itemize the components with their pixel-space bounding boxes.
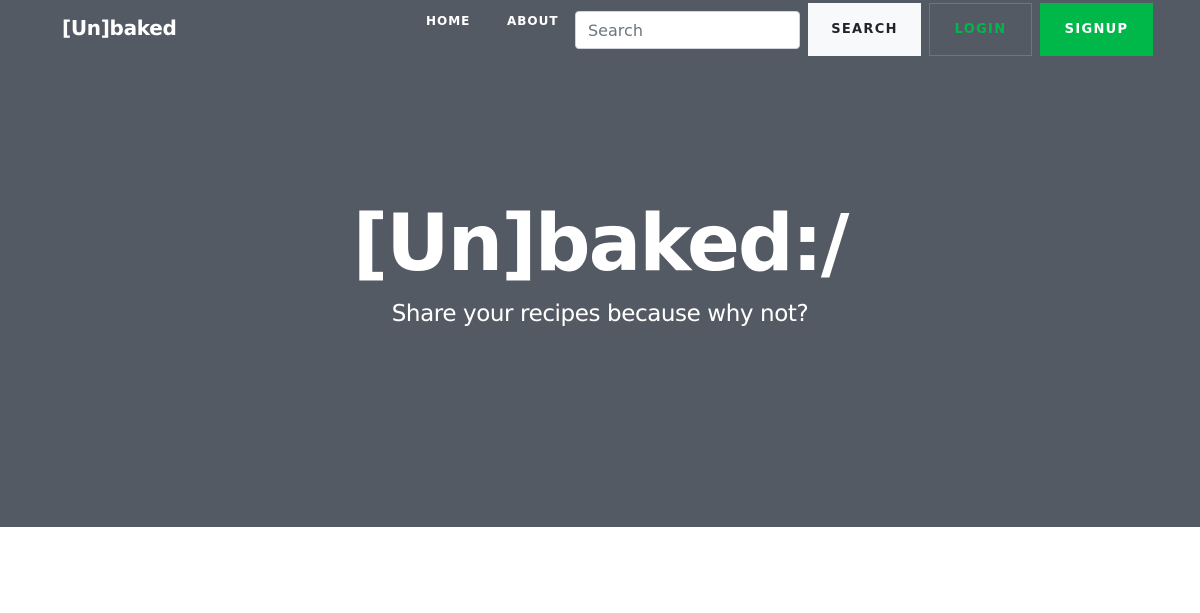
nav-link-about[interactable]: ABOUT bbox=[507, 14, 559, 28]
navbar: [Un]baked HOME ABOUT SEARCH LOGIN SIGNUP bbox=[0, 0, 1200, 60]
hero-title: [Un]baked:/ bbox=[352, 199, 850, 289]
hero-section: [Un]baked HOME ABOUT SEARCH LOGIN SIGNUP… bbox=[0, 0, 1200, 527]
search-input[interactable] bbox=[575, 11, 800, 49]
login-button[interactable]: LOGIN bbox=[929, 3, 1032, 56]
brand-logo-link[interactable]: [Un]baked bbox=[62, 16, 177, 40]
hero-subtitle: Share your recipes because why not? bbox=[391, 301, 809, 327]
nav-link-home[interactable]: HOME bbox=[426, 14, 470, 28]
signup-button[interactable]: SIGNUP bbox=[1040, 3, 1153, 56]
search-button[interactable]: SEARCH bbox=[808, 3, 921, 56]
